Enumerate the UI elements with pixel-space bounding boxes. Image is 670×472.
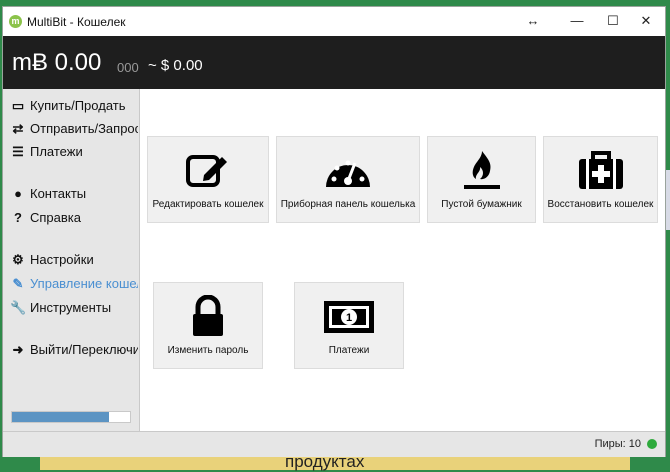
sync-progress-fill <box>12 412 109 422</box>
sidebar-item-settings[interactable]: ⚙ Настройки <box>10 251 138 269</box>
lock-icon <box>193 295 223 336</box>
empty-wallet-card[interactable]: Пустой бумажник <box>427 136 536 223</box>
edit-wallet-card[interactable]: Редактировать кошелек <box>147 136 269 223</box>
fire-icon <box>463 151 500 189</box>
medkit-icon <box>578 151 623 189</box>
wrench-icon: 🔧 <box>10 300 27 315</box>
sidebar-item-label: Отправить/Запрос <box>30 121 138 136</box>
sync-progress-bar <box>11 411 131 423</box>
sidebar-item-label: Инструменты <box>30 300 112 315</box>
minimize-button[interactable]: — <box>567 13 587 29</box>
card-label: Платежи <box>328 345 370 356</box>
sidebar-item-help[interactable]: ? Справка <box>10 209 138 227</box>
connection-status-icon <box>647 439 657 449</box>
sidebar-item-label: Купить/Продать <box>30 98 126 113</box>
balance-fraction: 000 <box>117 60 139 75</box>
sidebar-item-manage-wallet[interactable]: ✎ Управление кошел <box>10 275 138 293</box>
change-password-card[interactable]: Изменить пароль <box>153 282 263 369</box>
exchange-icon: ⇄ <box>12 121 24 136</box>
balance-fiat: ~ $ 0.00 <box>148 57 203 74</box>
wallet-dashboard-card[interactable]: Приборная панель кошелька <box>276 136 420 223</box>
payments-card[interactable]: 1 Платежи <box>294 282 404 369</box>
gears-icon: ⚙ <box>12 252 24 267</box>
sidebar-item-label: Настройки <box>30 252 94 267</box>
svg-text:1: 1 <box>346 312 352 324</box>
edit-icon: ✎ <box>12 276 24 291</box>
credit-card-icon: ▭ <box>11 98 25 113</box>
sign-out-icon: ➜ <box>12 342 24 357</box>
sidebar-item-exit-switch[interactable]: ➜ Выйти/Переключи <box>10 341 138 359</box>
question-icon: ? <box>14 210 22 225</box>
list-icon: ☰ <box>12 144 24 159</box>
dashboard-icon <box>326 160 370 187</box>
user-icon: ● <box>14 186 22 201</box>
sidebar-item-label: Платежи <box>30 144 83 159</box>
app-icon: m <box>9 15 22 28</box>
status-bar: Пиры: 10 <box>3 431 665 457</box>
resize-icon[interactable]: ↔ <box>523 13 543 29</box>
balance-header: mɃ 0.00 000 ~ $ 0.00 <box>3 36 665 89</box>
sidebar-item-label: Справка <box>30 210 81 225</box>
sidebar-item-label: Управление кошел <box>30 276 138 291</box>
app-window: m MultiBit - Кошелек ↔ — ☐ ✕ mɃ 0.00 000… <box>2 6 666 457</box>
money-icon: 1 <box>324 301 374 333</box>
sidebar-item-label: Контакты <box>30 186 87 201</box>
sidebar-item-payments[interactable]: ☰ Платежи <box>10 143 138 161</box>
sidebar-item-label: Выйти/Переключи <box>30 342 138 357</box>
card-label: Изменить пароль <box>167 345 249 356</box>
peer-count: Пиры: 10 <box>594 438 641 450</box>
restore-wallet-card[interactable]: Восстановить кошелек <box>543 136 658 223</box>
window-title: MultiBit - Кошелек <box>27 15 126 29</box>
close-button[interactable]: ✕ <box>636 13 656 29</box>
manage-wallet-panel: Редактировать кошелек Приборная панель к… <box>140 89 665 431</box>
sidebar-item-send-request[interactable]: ⇄ Отправить/Запрос <box>10 120 138 138</box>
card-label: Пустой бумажник <box>441 199 522 210</box>
card-label: Приборная панель кошелька <box>280 199 416 210</box>
title-bar: m MultiBit - Кошелек ↔ — ☐ ✕ <box>3 7 665 36</box>
sidebar-item-tools[interactable]: 🔧 Инструменты <box>10 299 138 317</box>
card-label: Восстановить кошелек <box>547 199 654 210</box>
balance-main: mɃ 0.00 <box>12 49 102 76</box>
maximize-button[interactable]: ☐ <box>603 13 623 29</box>
sidebar-item-contacts[interactable]: ● Контакты <box>10 185 138 203</box>
edit-icon <box>186 155 227 187</box>
card-label: Редактировать кошелек <box>152 199 264 210</box>
sidebar: ▭ Купить/Продать ⇄ Отправить/Запрос ☰ Плате… <box>3 89 140 431</box>
sidebar-item-buy-sell[interactable]: ▭ Купить/Продать <box>10 97 138 115</box>
